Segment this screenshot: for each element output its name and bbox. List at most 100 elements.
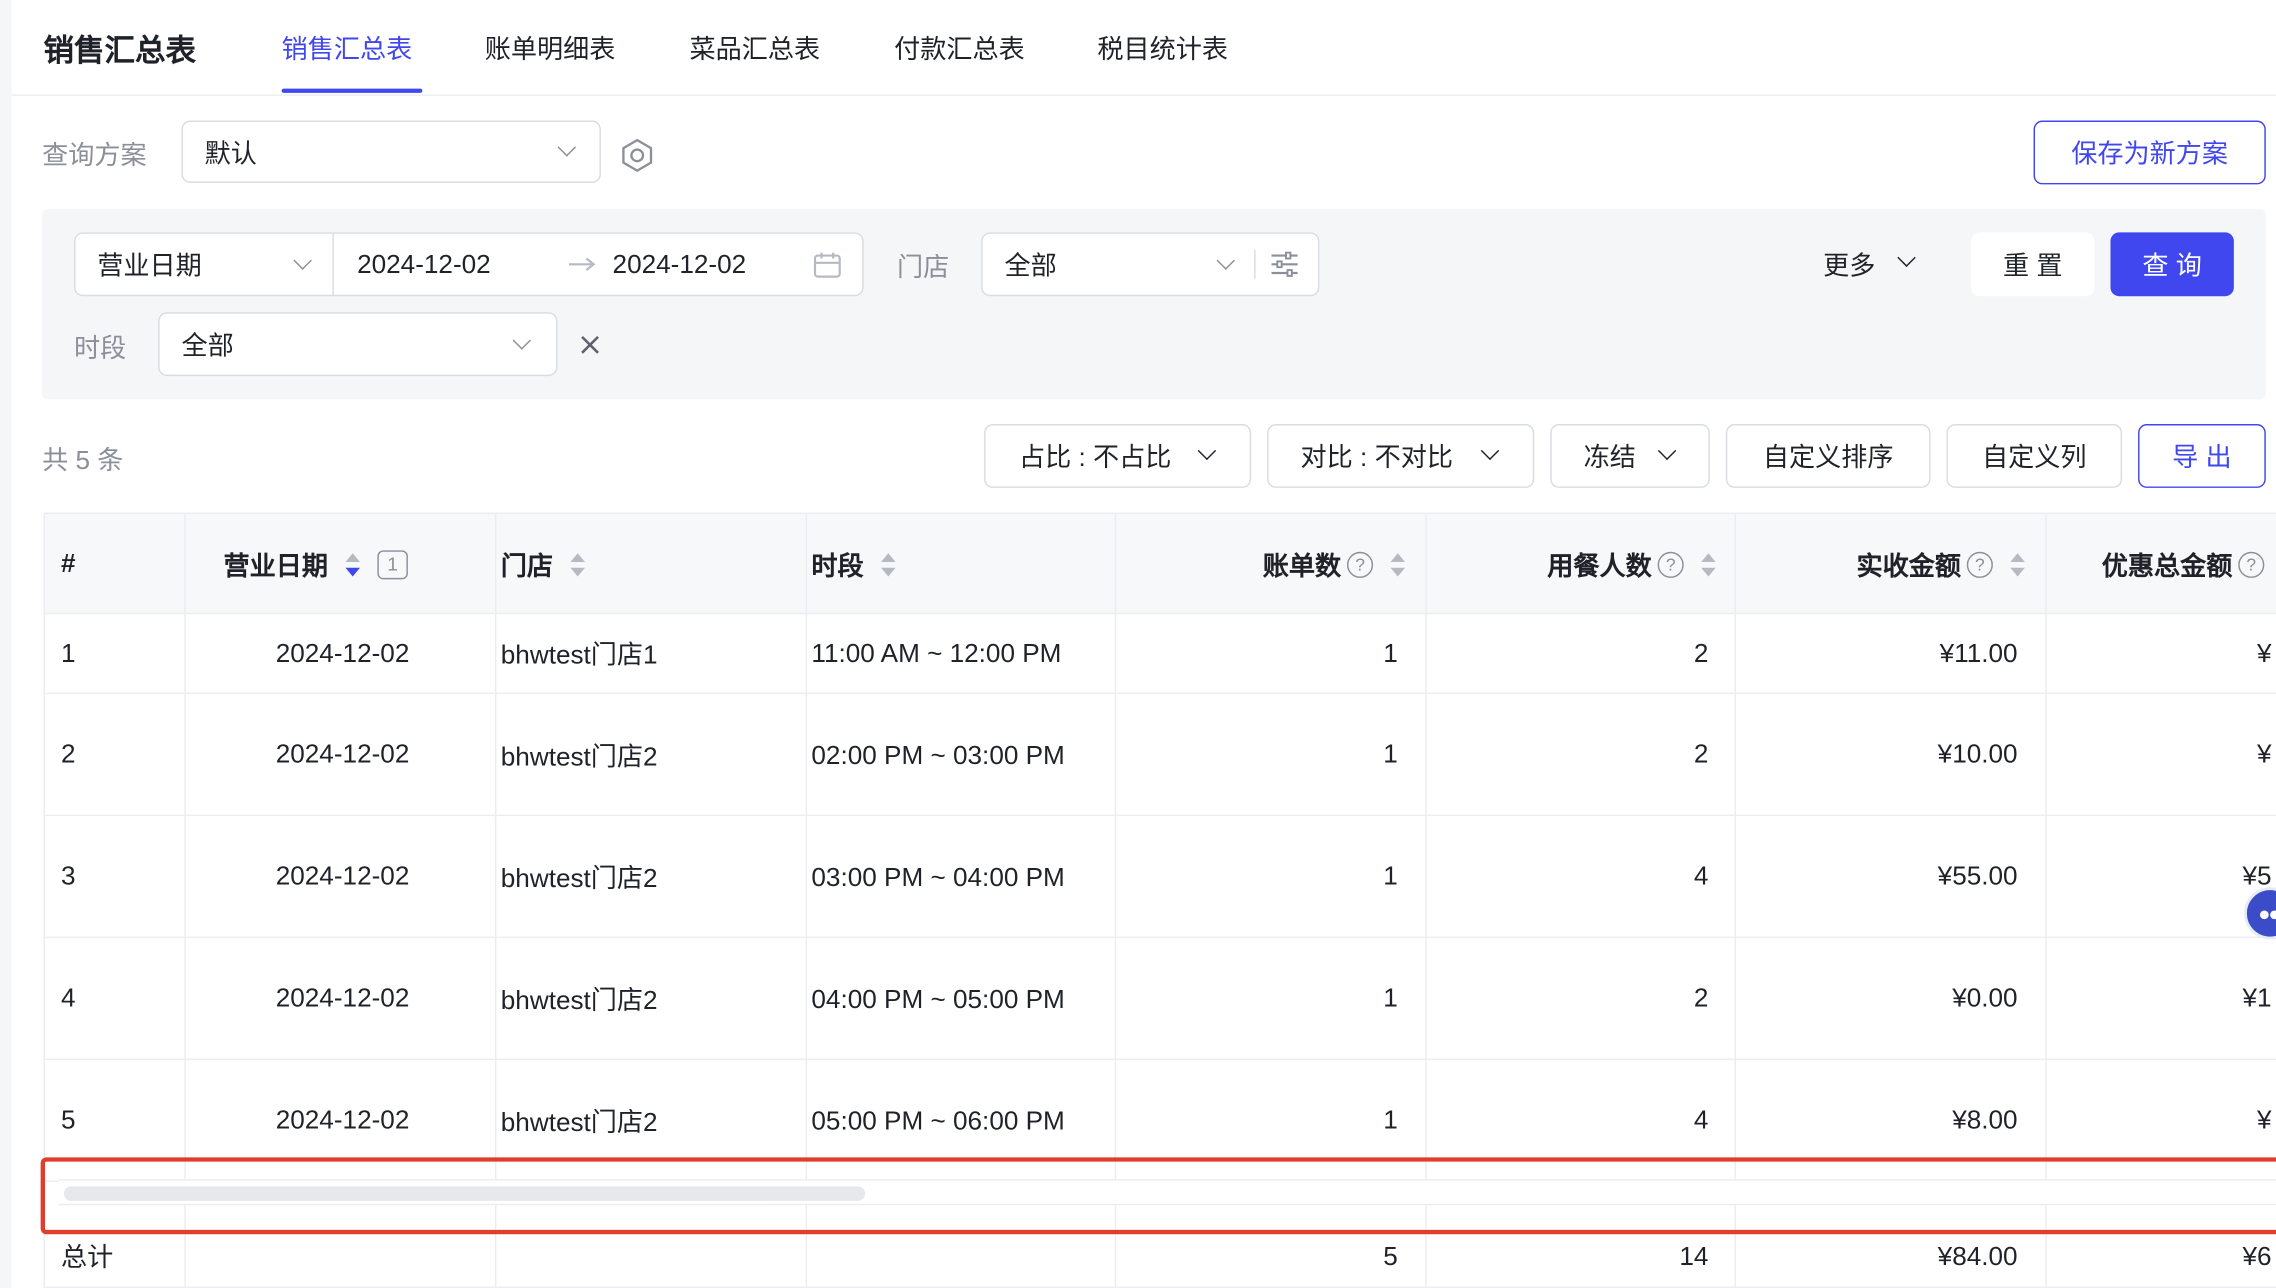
col-header-guests[interactable]: 用餐人数? (1431, 514, 1721, 614)
help-icon[interactable]: ? (1966, 551, 1993, 578)
arrow-right-icon (568, 257, 596, 271)
cell-discount: ¥ (2257, 638, 2272, 668)
cell-guests: 2 (1693, 739, 1709, 769)
cell-received: ¥55.00 (1937, 861, 2018, 891)
col-header-label: 优惠总金额 (2101, 551, 2233, 581)
cell-discount: ¥5 (2242, 861, 2272, 891)
col-header-index: # (61, 514, 177, 614)
cell-store: bhwtest门店2 (500, 863, 658, 893)
freeze-dropdown[interactable]: 冻结 (1550, 424, 1710, 488)
chevron-down-icon (512, 331, 532, 350)
cell-guests: 2 (1693, 983, 1709, 1013)
sort-priority-badge: 1 (377, 549, 408, 579)
ratio-label: 占比 : 不占比 (1018, 442, 1172, 472)
date-type-value: 营业日期 (97, 251, 202, 281)
col-header-period[interactable]: 时段 (811, 514, 1101, 614)
date-range-field: 营业日期 2024-12-02 2024-12-02 (74, 232, 864, 297)
custom-sort-button[interactable]: 自定义排序 (1725, 424, 1931, 488)
period-label: 时段 (74, 333, 127, 364)
header-tabs: 销售汇总表 销售汇总表 账单明细表 菜品汇总表 付款汇总表 税目统计表 (11, 0, 2276, 96)
cell-date: 2024-12-02 (275, 983, 410, 1013)
app-stage: 销售汇总表 销售汇总表 账单明细表 菜品汇总表 付款汇总表 税目统计表 查询方案… (0, 0, 2276, 1288)
sort-icon[interactable] (1701, 551, 1716, 577)
compare-dropdown[interactable]: 对比 : 不对比 (1267, 424, 1535, 488)
help-icon[interactable]: ? (2238, 551, 2265, 578)
col-header-label: 时段 (811, 551, 864, 581)
select-divider (1254, 249, 1256, 279)
calendar-icon[interactable] (813, 251, 842, 279)
cell-received: ¥0.00 (1952, 983, 2018, 1013)
cell-bills: 1 (1383, 983, 1398, 1013)
scrollbar-highlight-box (40, 1157, 2276, 1235)
help-icon[interactable]: ? (1346, 551, 1374, 578)
chevron-down-icon (1657, 441, 1677, 461)
col-header-label: # (60, 548, 76, 578)
cell-store: bhwtest门店1 (500, 640, 658, 670)
table-row[interactable]: 4 2024-12-02 bhwtest门店2 04:00 PM ~ 05:00… (44, 938, 2276, 1061)
freeze-label: 冻结 (1583, 442, 1636, 472)
period-select[interactable]: 全部 (158, 312, 558, 377)
tab-bill-detail[interactable]: 账单明细表 (485, 29, 616, 67)
store-select[interactable]: 全部 (981, 232, 1320, 297)
cell-index: 2 (60, 739, 76, 769)
period-value: 全部 (181, 331, 234, 361)
chevron-down-icon (293, 251, 312, 270)
record-count: 共 5 条 (42, 445, 124, 475)
filter-settings-icon[interactable] (1270, 251, 1299, 277)
tab-sales-summary[interactable]: 销售汇总表 (282, 29, 413, 67)
sort-icon[interactable] (881, 551, 896, 577)
col-header-label: 门店 (500, 551, 554, 581)
cell-index: 1 (60, 638, 76, 668)
col-header-label: 账单数 (1262, 551, 1342, 581)
col-header-store[interactable]: 门店 (501, 514, 791, 614)
save-new-scheme-button[interactable]: 保存为新方案 (2033, 120, 2266, 185)
sort-icon[interactable] (2010, 551, 2025, 577)
col-header-received[interactable]: 实收金额? (1740, 514, 2030, 614)
cell-guests: 4 (1693, 861, 1709, 891)
cell-period: 02:00 PM ~ 03:00 PM (811, 739, 1065, 769)
custom-columns-button[interactable]: 自定义列 (1946, 424, 2123, 488)
cell-guests: 2 (1693, 638, 1709, 668)
sort-icon[interactable] (345, 551, 360, 577)
cell-period: 11:00 AM ~ 12:00 PM (811, 638, 1062, 668)
tab-tax-statistics[interactable]: 税目统计表 (1097, 29, 1228, 67)
cell-date: 2024-12-02 (275, 861, 410, 891)
col-header-discount[interactable]: 优惠总金额? (2102, 514, 2276, 614)
table-row[interactable]: 2 2024-12-02 bhwtest门店2 02:00 PM ~ 03:00… (44, 694, 2276, 817)
sort-icon[interactable] (570, 551, 585, 577)
sort-icon[interactable] (1390, 551, 1406, 577)
table-row[interactable]: 3 2024-12-02 bhwtest门店2 03:00 PM ~ 04:00… (44, 816, 2276, 939)
cell-received: ¥11.00 (1939, 638, 2018, 668)
tab-dish-summary[interactable]: 菜品汇总表 (689, 29, 820, 67)
cell-discount: ¥1 (2242, 983, 2272, 1013)
store-value: 全部 (1004, 251, 1057, 281)
table-row[interactable]: 1 2024-12-02 bhwtest门店1 11:00 AM ~ 12:00… (44, 614, 2276, 695)
query-button[interactable]: 查 询 (2110, 232, 2234, 297)
settings-icon[interactable] (620, 138, 655, 173)
more-filters-toggle[interactable]: 更多 (1823, 245, 1875, 283)
ratio-dropdown[interactable]: 占比 : 不占比 (984, 424, 1252, 488)
export-button[interactable]: 导 出 (2138, 424, 2266, 488)
more-label: 更多 (1823, 251, 1876, 281)
reset-button[interactable]: 重 置 (1971, 232, 2095, 297)
col-header-label: 营业日期 (223, 551, 329, 581)
col-header-date[interactable]: 营业日期 1 (224, 514, 500, 614)
col-header-label: 用餐人数 (1547, 551, 1652, 581)
date-end-input[interactable]: 2024-12-02 (613, 250, 747, 280)
date-start-input[interactable]: 2024-12-02 (357, 250, 491, 280)
scheme-select[interactable]: 默认 (181, 120, 601, 183)
col-header-bills[interactable]: 账单数? (1121, 514, 1411, 614)
clear-icon[interactable] (579, 334, 601, 356)
date-type-select[interactable]: 营业日期 (75, 233, 334, 295)
cell-store: bhwtest门店2 (500, 741, 658, 771)
table-header: # 营业日期 1 门店 时段 账单数? 用餐人数? 实收金额? 优惠总金额? (44, 514, 2276, 615)
help-icon[interactable]: ? (1657, 551, 1684, 578)
cell-date: 2024-12-02 (275, 638, 410, 668)
chevron-down-icon (1480, 441, 1500, 461)
tab-payment-summary[interactable]: 付款汇总表 (894, 29, 1025, 67)
store-label: 门店 (897, 252, 950, 282)
col-header-label: 实收金额 (1856, 551, 1961, 581)
chevron-down-icon (557, 138, 577, 157)
scheme-value: 默认 (204, 138, 257, 168)
page-title: 销售汇总表 (43, 34, 196, 69)
